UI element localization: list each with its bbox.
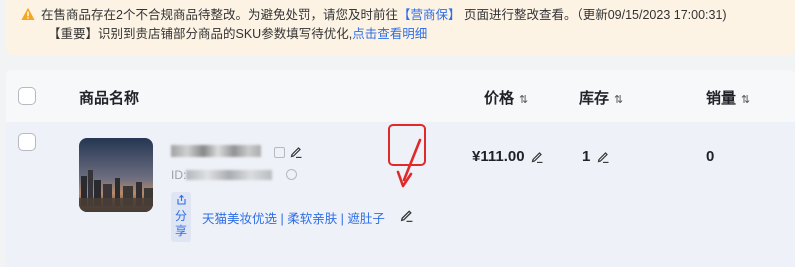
sort-icon[interactable]: ⇅ <box>741 94 750 106</box>
edit-tags-pencil-icon[interactable] <box>400 208 413 222</box>
header-stock-label: 库存 <box>579 90 610 107</box>
edit-stock-pencil-icon[interactable] <box>597 150 609 163</box>
share-label-2: 享 <box>174 224 187 238</box>
share-label-1: 分 <box>174 209 187 223</box>
product-stock: 1 <box>582 148 609 165</box>
share-icon <box>176 194 186 205</box>
selling-point-tags: 天猫美妆优选 | 柔软亲肤 | 遮肚子 <box>202 212 385 226</box>
notice-text-suffix: 页面进行整改查看。（更新09/15/2023 17:00:31) <box>460 8 727 22</box>
product-thumbnail[interactable] <box>79 138 153 212</box>
header-product-name: 商品名称 <box>79 90 140 107</box>
product-id-label: ID: <box>171 168 187 182</box>
product-id: ID: <box>171 168 273 182</box>
notice-text: 在售商品存在2个不合规商品待整改。为避免处罚，请您及时前往 <box>41 8 398 22</box>
notice-important-text: 【重要】识别到贵店铺部分商品的SKU参数填写待优化, <box>48 27 353 41</box>
header-price[interactable]: 价格 ⇅ <box>484 87 528 108</box>
header-sales[interactable]: 销量 ⇅ <box>706 87 750 108</box>
notice-banner: 在售商品存在2个不合规商品待整改。为避免处罚，请您及时前往【营商保】 页面进行整… <box>6 0 795 55</box>
product-sales: 0 <box>706 148 715 165</box>
notice-line-2: 【重要】识别到贵店铺部分商品的SKU参数填写待优化,点击查看明细 <box>48 23 427 42</box>
price-value: ¥111.00 <box>472 148 525 165</box>
table-header: 商品名称 价格 ⇅ 库存 ⇅ 销量 ⇅ <box>6 70 795 122</box>
edit-price-pencil-icon[interactable] <box>531 150 543 163</box>
select-all-checkbox[interactable] <box>18 87 36 105</box>
copy-id-icon[interactable] <box>286 169 297 180</box>
product-price: ¥111.00 <box>472 148 543 165</box>
header-price-label: 价格 <box>484 90 515 107</box>
sort-icon[interactable]: ⇅ <box>614 94 623 106</box>
warning-triangle-icon <box>21 7 35 20</box>
view-details-link[interactable]: 点击查看明细 <box>352 27 427 41</box>
masked-id <box>186 170 273 180</box>
yingshangbao-link[interactable]: 【营商保】 <box>398 8 461 22</box>
row-checkbox[interactable] <box>18 133 36 151</box>
stock-value: 1 <box>582 148 591 165</box>
annotation-arrow-icon <box>396 138 422 188</box>
share-button[interactable]: 分 享 <box>171 192 191 242</box>
copy-icon[interactable] <box>274 147 285 158</box>
product-name-masked <box>171 144 302 160</box>
notice-line-1: 在售商品存在2个不合规商品待整改。为避免处罚，请您及时前往【营商保】 页面进行整… <box>21 4 727 23</box>
header-stock[interactable]: 库存 ⇅ <box>579 87 623 108</box>
edit-name-pencil-icon[interactable] <box>290 145 302 158</box>
header-sales-label: 销量 <box>706 90 737 107</box>
sort-icon[interactable]: ⇅ <box>519 94 528 106</box>
masked-name <box>171 145 261 157</box>
product-image <box>79 138 153 212</box>
